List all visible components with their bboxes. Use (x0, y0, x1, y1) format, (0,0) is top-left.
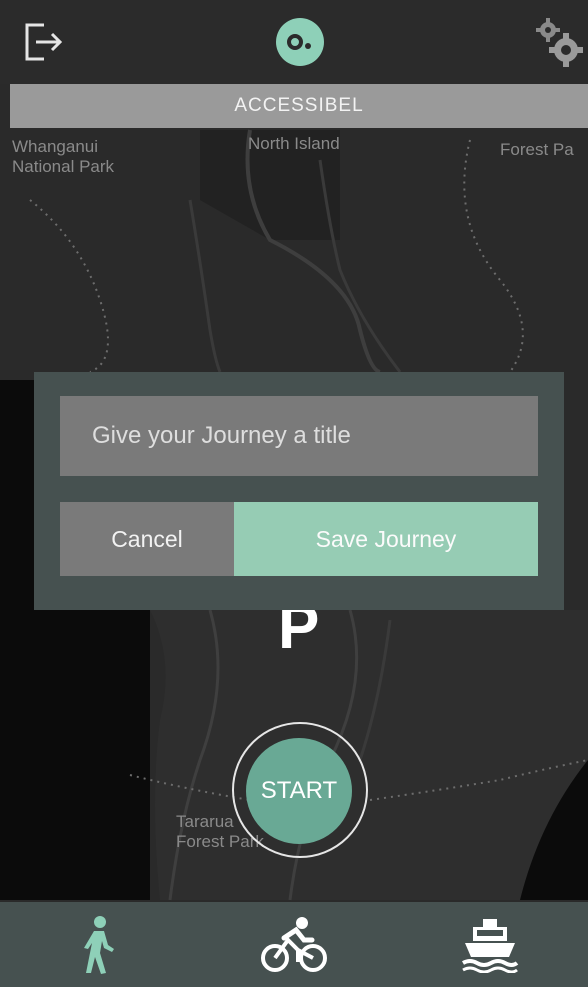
ship-icon (462, 918, 519, 973)
walk-icon (84, 915, 114, 974)
start-button[interactable]: START (246, 738, 352, 844)
gear-icon (536, 18, 583, 67)
map-label-whanganui: Whanganui National Park (12, 137, 115, 176)
logout-button[interactable] (18, 18, 70, 66)
app-title-bar: ACCESSIBEL (10, 84, 588, 128)
top-bar (0, 0, 588, 84)
cancel-button[interactable]: Cancel (60, 502, 234, 576)
save-journey-dialog: Cancel Save Journey (34, 372, 564, 610)
settings-button[interactable] (528, 12, 588, 72)
save-journey-button[interactable]: Save Journey (234, 502, 538, 576)
bottom-nav (0, 902, 588, 987)
nav-bike-button[interactable] (196, 902, 392, 987)
logout-icon (25, 23, 63, 61)
bike-icon (261, 916, 327, 972)
app-screen: Whanganui National Park North Island For… (0, 0, 588, 987)
journey-title-input[interactable] (60, 396, 538, 476)
app-title: ACCESSIBEL (234, 95, 364, 116)
map-label-forest-park: Forest Pa (500, 140, 574, 159)
logo-icon (287, 34, 311, 50)
app-logo[interactable] (276, 18, 324, 66)
map-label-north-island: North Island (248, 134, 340, 153)
nav-walk-button[interactable] (0, 902, 196, 987)
nav-ship-button[interactable] (392, 902, 588, 987)
